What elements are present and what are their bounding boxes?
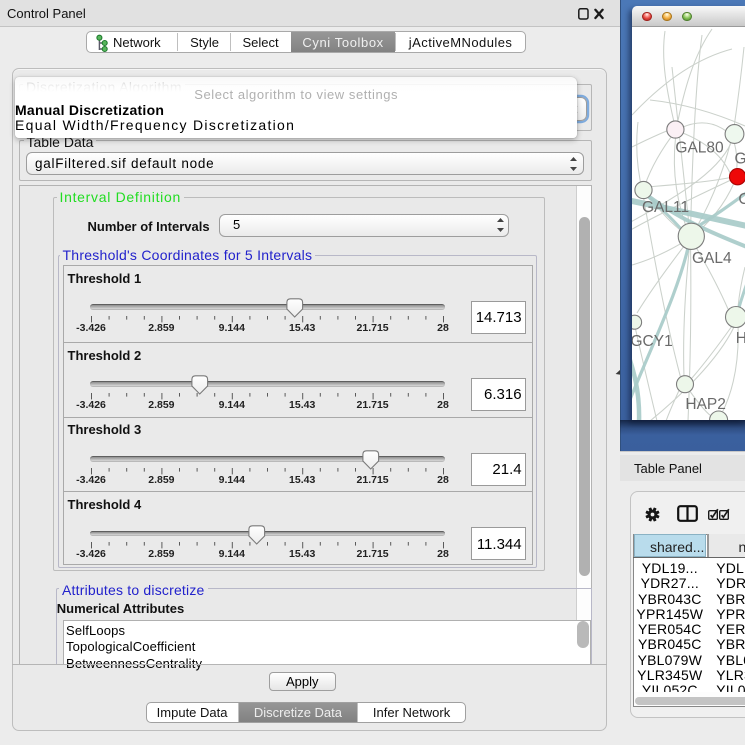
- svg-text:H: H: [736, 330, 745, 347]
- svg-text:GAL4: GAL4: [692, 250, 732, 267]
- svg-text:C: C: [738, 191, 745, 208]
- svg-text:GA: GA: [735, 151, 745, 168]
- svg-text:GCY1: GCY1: [632, 333, 673, 350]
- svg-text:GAL80: GAL80: [675, 140, 724, 157]
- svg-text:GAL11: GAL11: [642, 199, 689, 216]
- svg-text:HAP2: HAP2: [685, 396, 726, 413]
